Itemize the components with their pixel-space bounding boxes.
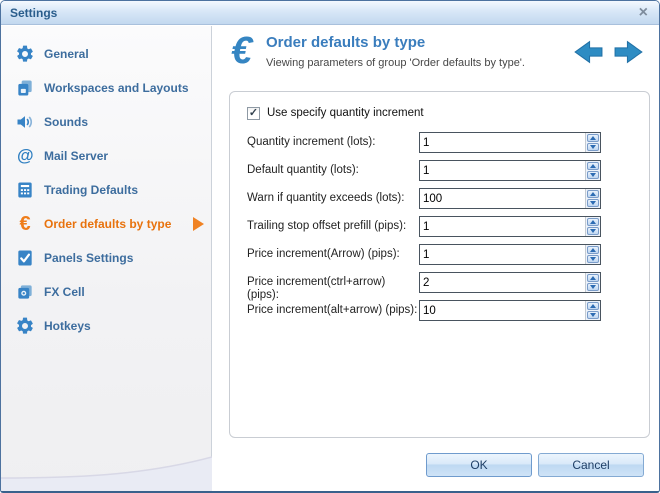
sidebar-item-hotkeys[interactable]: Hotkeys [1, 309, 211, 343]
checkbox-label: Use specify quantity increment [267, 107, 424, 119]
spinner [585, 161, 600, 180]
sidebar-item-general[interactable]: General [1, 37, 211, 71]
sidebar-item-label: Trading Defaults [44, 183, 139, 197]
spin-down-button[interactable] [587, 311, 599, 319]
spin-up-button[interactable] [587, 218, 599, 226]
sidebar-item-sounds[interactable]: Sounds [1, 105, 211, 139]
trailing-stop-field[interactable] [420, 217, 585, 236]
field-row-price-increment-arrow: Price increment(Arrow) (pips): [247, 244, 637, 272]
trailing-stop-input [419, 216, 601, 237]
warn-quantity-input [419, 188, 601, 209]
price-increment-alt-field[interactable] [420, 301, 585, 320]
field-row-price-increment-alt: Price increment(alt+arrow) (pips): [247, 300, 637, 328]
close-icon[interactable]: × [637, 4, 650, 21]
euro-header-icon: € [231, 30, 253, 72]
sidebar-decoration [1, 456, 212, 491]
spin-down-button[interactable] [587, 199, 599, 207]
ok-button[interactable]: OK [426, 453, 532, 477]
price-increment-alt-input [419, 300, 601, 321]
workspaces-icon [14, 77, 36, 99]
sidebar-item-label: Sounds [44, 115, 88, 129]
checkbox-checked[interactable]: ✓ [247, 106, 260, 120]
sidebar-item-order-defaults-by-type[interactable]: € Order defaults by type [1, 207, 211, 241]
spin-down-button[interactable] [587, 283, 599, 291]
next-group-arrow-icon[interactable] [613, 39, 646, 65]
use-quantity-increment-checkbox-row[interactable]: ✓ Use specify quantity increment [247, 105, 637, 121]
field-label: Default quantity (lots): [247, 164, 359, 176]
calculator-icon [14, 179, 36, 201]
spin-up-button[interactable] [587, 162, 599, 170]
sidebar-item-label: Panels Settings [44, 251, 134, 265]
spinner [585, 245, 600, 264]
field-label: Price increment(ctrl+arrow) (pips): [247, 276, 386, 301]
spin-down-button[interactable] [587, 255, 599, 263]
gear-icon [14, 315, 36, 337]
spin-up-button[interactable] [587, 274, 599, 282]
spinner [585, 217, 600, 236]
spin-up-button[interactable] [587, 302, 599, 310]
field-row-warn-quantity: Warn if quantity exceeds (lots): [247, 188, 637, 216]
field-row-quantity-increment: Quantity increment (lots): [247, 132, 637, 160]
previous-group-arrow-icon[interactable] [571, 39, 604, 65]
sidebar-item-label: Mail Server [44, 149, 109, 163]
default-quantity-input [419, 160, 601, 181]
price-increment-ctrl-input [419, 272, 601, 293]
euro-icon: € [19, 212, 31, 235]
warn-quantity-field[interactable] [420, 189, 585, 208]
settings-window: Settings × General Workspaces and Layout… [0, 0, 660, 493]
selected-arrow-icon [193, 217, 204, 231]
price-increment-ctrl-field[interactable] [420, 273, 585, 292]
field-row-price-increment-ctrl: Price increment(ctrl+arrow) (pips): [247, 272, 637, 301]
quantity-increment-input [419, 132, 601, 153]
sidebar-item-label: Hotkeys [44, 319, 91, 333]
sidebar-item-panels-settings[interactable]: Panels Settings [1, 241, 211, 275]
field-row-trailing-stop: Trailing stop offset prefill (pips): [247, 216, 637, 244]
sidebar-item-trading-defaults[interactable]: Trading Defaults [1, 173, 211, 207]
price-increment-arrow-input [419, 244, 601, 265]
spinner [585, 133, 600, 152]
speaker-icon [14, 111, 36, 133]
spin-down-button[interactable] [587, 143, 599, 151]
gear-icon [14, 43, 36, 65]
order-defaults-groupbox: ✓ Use specify quantity increment Quantit… [229, 91, 650, 438]
spin-down-button[interactable] [587, 227, 599, 235]
sidebar: General Workspaces and Layouts Sounds @ … [1, 26, 212, 491]
sidebar-item-mail-server[interactable]: @ Mail Server [1, 139, 211, 173]
page-subtitle: Viewing parameters of group 'Order defau… [266, 57, 525, 69]
sidebar-item-label: FX Cell [44, 285, 85, 299]
at-icon: @ [16, 146, 34, 165]
spin-up-button[interactable] [587, 134, 599, 142]
sidebar-item-workspaces[interactable]: Workspaces and Layouts [1, 71, 211, 105]
check-page-icon [14, 247, 36, 269]
price-increment-arrow-field[interactable] [420, 245, 585, 264]
check-icon: ✓ [248, 106, 259, 119]
spin-down-button[interactable] [587, 171, 599, 179]
spinner [585, 273, 600, 292]
sidebar-item-fx-cell[interactable]: FX Cell [1, 275, 211, 309]
cancel-button[interactable]: Cancel [538, 453, 644, 477]
spinner [585, 189, 600, 208]
fx-cell-icon [14, 281, 36, 303]
sidebar-item-label: General [44, 47, 89, 61]
window-title: Settings [10, 5, 58, 20]
sidebar-item-label: Order defaults by type [44, 217, 172, 231]
default-quantity-field[interactable] [420, 161, 585, 180]
field-label: Price increment(alt+arrow) (pips): [247, 304, 418, 316]
spin-up-button[interactable] [587, 246, 599, 254]
spin-up-button[interactable] [587, 190, 599, 198]
field-label: Quantity increment (lots): [247, 136, 376, 148]
quantity-increment-field[interactable] [420, 133, 585, 152]
page-title: Order defaults by type [266, 34, 426, 51]
main-panel: € Order defaults by type Viewing paramet… [213, 26, 659, 491]
sidebar-item-label: Workspaces and Layouts [44, 81, 189, 95]
title-bar: Settings × [1, 1, 659, 25]
spinner [585, 301, 600, 320]
field-label: Trailing stop offset prefill (pips): [247, 220, 407, 232]
field-label: Warn if quantity exceeds (lots): [247, 192, 405, 204]
field-row-default-quantity: Default quantity (lots): [247, 160, 637, 188]
field-label: Price increment(Arrow) (pips): [247, 248, 400, 260]
